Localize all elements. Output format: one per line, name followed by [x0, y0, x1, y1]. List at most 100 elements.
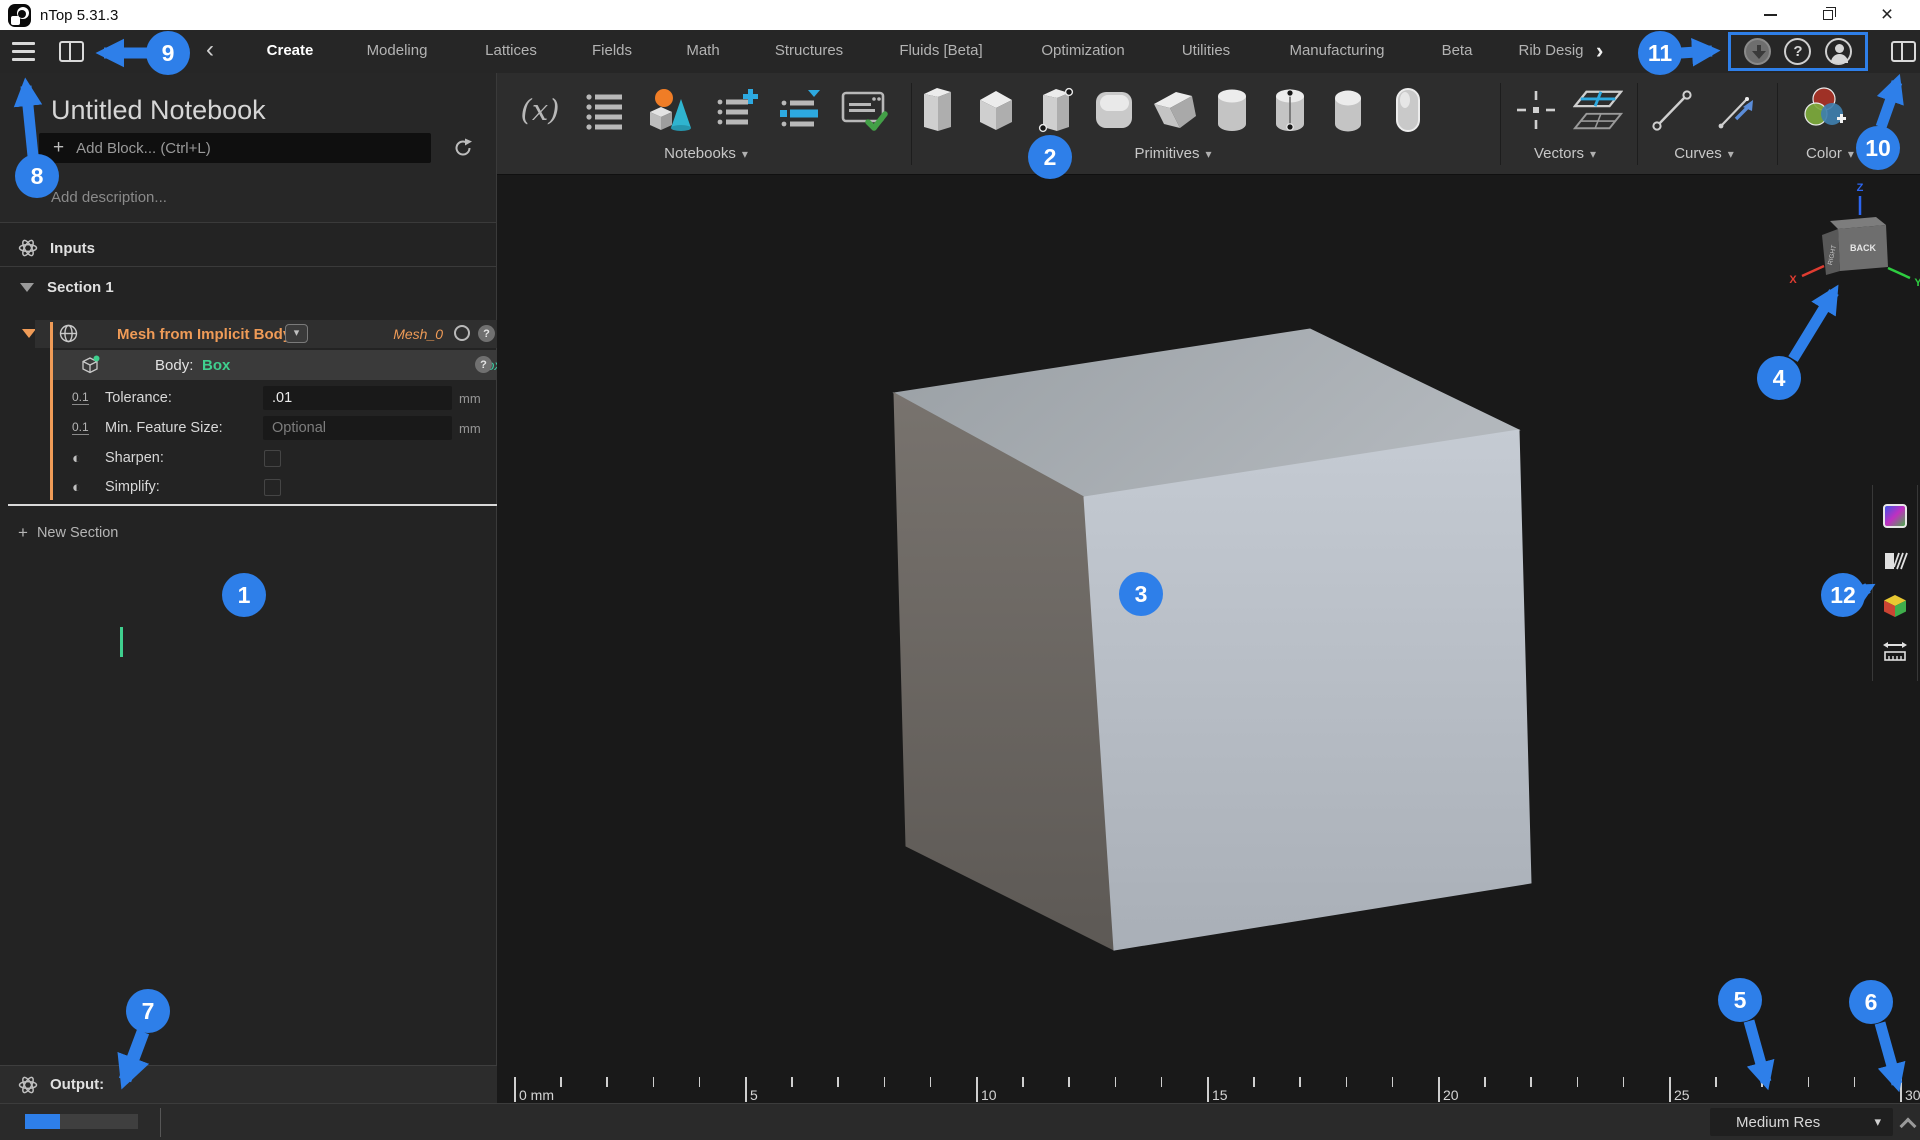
notebook-check-icon[interactable] [839, 83, 889, 137]
ruler-tick [976, 1077, 978, 1102]
ruler-tick [1299, 1077, 1301, 1087]
atom-icon [18, 238, 38, 258]
list-icon[interactable] [579, 83, 629, 137]
visibility-ring-icon[interactable] [454, 325, 470, 341]
minimize-button[interactable] [1748, 0, 1792, 30]
insert-list-item-icon[interactable] [775, 83, 825, 137]
primitive-capsule-icon[interactable] [1383, 83, 1433, 137]
section-view-icon[interactable] [1882, 548, 1908, 574]
body-help-icon[interactable]: ? [475, 356, 492, 373]
vectors-group-label[interactable]: Vectors▾ [1534, 145, 1596, 162]
ruler-tick [1900, 1077, 1902, 1102]
add-list-item-icon[interactable] [711, 83, 761, 137]
point-icon[interactable] [1511, 83, 1561, 137]
section-header[interactable]: Section 1 [0, 272, 496, 302]
view-cube-front-label[interactable]: BACK [1850, 243, 1876, 253]
toggle-right-panel-icon[interactable] [1891, 41, 1916, 62]
color-icon[interactable] [1799, 83, 1849, 137]
shapes-icon[interactable] [645, 83, 695, 137]
download-icon[interactable] [1744, 38, 1771, 65]
tab-lattices[interactable]: Lattices [485, 30, 537, 73]
line-segment-icon[interactable] [1647, 83, 1697, 137]
refresh-icon[interactable] [452, 137, 474, 159]
main-menu-button[interactable] [12, 42, 35, 61]
primitive-box-by-corners-icon[interactable] [1031, 83, 1081, 137]
colormap-icon[interactable] [1882, 503, 1908, 529]
account-icon[interactable] [1825, 38, 1852, 65]
plus-icon: + [18, 523, 28, 543]
inputs-section-header[interactable]: Inputs [0, 230, 496, 266]
restore-button[interactable] [1806, 0, 1850, 30]
tabs-scroll-left-icon[interactable]: ‹ [206, 36, 214, 64]
tab-manufacturing[interactable]: Manufacturing [1289, 30, 1384, 73]
primitive-cylinder-by-points-icon[interactable] [1265, 83, 1315, 137]
simplify-checkbox[interactable] [264, 479, 281, 496]
min-feature-input[interactable]: Optional [263, 416, 452, 440]
new-section-button[interactable]: + New Section [18, 523, 118, 543]
globe-icon [59, 324, 78, 343]
primitive-box-icon[interactable] [971, 83, 1021, 137]
measure-icon[interactable] [1882, 638, 1908, 664]
toggle-left-panel-icon[interactable] [59, 41, 84, 62]
block-dropdown[interactable]: ▾ [285, 324, 308, 343]
primitive-slab-icon[interactable] [913, 83, 963, 137]
progress-bar [25, 1114, 138, 1129]
view-cube[interactable]: BACK RIGHT Z X Y [1789, 182, 1920, 289]
block-help-icon[interactable]: ? [478, 325, 495, 342]
tab-fluids-beta-[interactable]: Fluids [Beta] [899, 30, 982, 73]
block-row-body[interactable]: Body: Box Box_0 ? [50, 350, 518, 380]
vector-line-icon[interactable] [1711, 83, 1761, 137]
variable-icon[interactable]: (x) [515, 83, 565, 137]
primitive-round-cylinder-icon[interactable] [1323, 83, 1373, 137]
ruler-tick [837, 1077, 839, 1087]
output-label: Output: [50, 1076, 104, 1093]
tab-rib-desig[interactable]: Rib Desig [1518, 30, 1583, 73]
add-block-input[interactable]: + Add Block... (Ctrl+L) [39, 133, 431, 163]
expand-panel-chevron-icon[interactable] [1900, 1118, 1917, 1135]
notebooks-group-label[interactable]: Notebooks▾ [664, 145, 748, 162]
body-value[interactable]: Box [202, 357, 230, 374]
curves-group-label[interactable]: Curves▾ [1674, 145, 1734, 162]
chevron-down-icon: ▾ [1874, 1114, 1881, 1130]
collapse-block-icon[interactable] [22, 329, 36, 338]
tab-create[interactable]: Create [267, 30, 314, 73]
3d-viewport[interactable]: BACK RIGHT Z X Y [497, 176, 1920, 1103]
block-header-mesh-from-implicit-body[interactable]: Mesh from Implicit Body ▾ Mesh_0 ? [35, 320, 497, 348]
notebook-description[interactable]: Add description... [51, 189, 167, 206]
block-id: Mesh_0 [381, 326, 443, 342]
sharpen-checkbox[interactable] [264, 450, 281, 467]
ruler-tick [1530, 1077, 1532, 1087]
tab-beta[interactable]: Beta [1442, 30, 1473, 73]
tolerance-label: Tolerance: [105, 390, 172, 406]
box-geometry[interactable] [894, 329, 1531, 950]
notebook-title[interactable]: Untitled Notebook [51, 95, 266, 126]
primitive-cylinder-icon[interactable] [1207, 83, 1257, 137]
resolution-value: Medium Res [1736, 1114, 1820, 1131]
tolerance-unit: mm [459, 391, 481, 406]
chevron-down-icon: ▾ [1590, 147, 1596, 161]
body-label: Body: [155, 357, 193, 374]
resolution-dropdown[interactable]: Medium Res ▾ [1710, 1108, 1893, 1136]
isometric-cube-icon[interactable] [1882, 593, 1908, 619]
primitives-group-label[interactable]: Primitives▾ [1134, 145, 1211, 162]
help-icons-highlight-box: ? [1728, 32, 1868, 71]
property-row-tolerance: 0.1 Tolerance: .01 mm [0, 383, 497, 413]
tab-math[interactable]: Math [686, 30, 719, 73]
tab-structures[interactable]: Structures [775, 30, 843, 73]
tab-modeling[interactable]: Modeling [367, 30, 428, 73]
color-group-label[interactable]: Color▾ [1806, 145, 1854, 162]
ruler-tick [1438, 1077, 1440, 1102]
close-button[interactable]: × [1865, 0, 1909, 30]
tolerance-input[interactable]: .01 [263, 386, 452, 410]
tab-utilities[interactable]: Utilities [1182, 30, 1230, 73]
chevron-down-icon: ▾ [1728, 147, 1734, 161]
ruler-tick [791, 1077, 793, 1087]
primitive-rounded-cube-icon[interactable] [1089, 83, 1139, 137]
help-icon[interactable]: ? [1784, 38, 1811, 65]
tab-optimization[interactable]: Optimization [1041, 30, 1124, 73]
tab-fields[interactable]: Fields [592, 30, 632, 73]
primitive-sheared-box-icon[interactable] [1149, 83, 1199, 137]
plane-icon[interactable] [1573, 83, 1623, 137]
output-row: Output: [0, 1065, 497, 1103]
tabs-scroll-right-icon[interactable]: › [1596, 38, 1603, 64]
